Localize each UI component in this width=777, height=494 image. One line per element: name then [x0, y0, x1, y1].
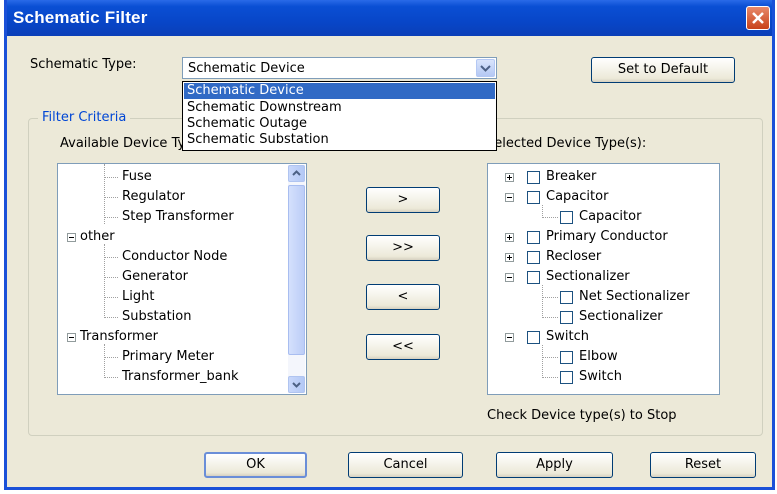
reset-button[interactable]: Reset — [650, 452, 756, 478]
ok-button[interactable]: OK — [204, 452, 307, 478]
schematic-type-select[interactable]: Schematic Device — [182, 57, 497, 79]
collapse-icon[interactable] — [505, 273, 514, 282]
schematic-type-label: Schematic Type: — [30, 57, 137, 72]
collapse-icon[interactable] — [67, 233, 76, 242]
schematic-type-value: Schematic Device — [188, 61, 305, 76]
check-device-note: Check Device type(s) to Stop — [487, 408, 677, 423]
apply-button[interactable]: Apply — [496, 452, 613, 478]
list-item[interactable]: Primary Meter — [122, 349, 214, 364]
available-device-types-list[interactable]: Fuse Regulator Step Transformer other Co… — [57, 163, 307, 395]
scroll-up-button[interactable] — [288, 165, 305, 182]
collapse-icon[interactable] — [505, 333, 514, 342]
breaker-checkbox[interactable] — [527, 171, 540, 184]
list-item[interactable]: Fuse — [122, 169, 152, 184]
list-item[interactable]: Regulator — [122, 189, 185, 204]
list-item[interactable]: Recloser — [546, 249, 601, 264]
sectionalizer-child-checkbox[interactable] — [560, 311, 573, 324]
selected-device-types-list[interactable]: Breaker Capacitor Capacitor Primary Cond… — [487, 163, 720, 395]
chevron-down-icon — [292, 382, 301, 388]
chevron-up-icon — [292, 170, 301, 176]
list-item[interactable]: Capacitor — [579, 209, 641, 224]
expand-icon[interactable] — [505, 173, 514, 182]
expand-icon[interactable] — [505, 253, 514, 262]
close-icon — [752, 12, 764, 24]
selected-device-types-label: Selected Device Type(s): — [486, 136, 647, 151]
list-item[interactable]: Sectionalizer — [546, 269, 630, 284]
cancel-button[interactable]: Cancel — [348, 452, 463, 478]
dropdown-option[interactable]: Schematic Substation — [184, 132, 495, 148]
remove-all-button[interactable]: << — [366, 334, 440, 360]
collapse-icon[interactable] — [67, 333, 76, 342]
schematic-type-dropdown-list[interactable]: Schematic Device Schematic Downstream Sc… — [182, 81, 497, 151]
collapse-icon[interactable] — [505, 193, 514, 202]
window-title: Schematic Filter — [13, 8, 148, 27]
switch-checkbox[interactable] — [527, 331, 540, 344]
title-bar[interactable]: Schematic Filter — [7, 0, 772, 36]
list-item[interactable]: Breaker — [546, 169, 596, 184]
list-item[interactable]: Generator — [122, 269, 188, 284]
scroll-down-button[interactable] — [288, 376, 305, 393]
net-sectionalizer-checkbox[interactable] — [560, 291, 573, 304]
list-item[interactable]: Elbow — [579, 349, 618, 364]
list-item[interactable]: Primary Conductor — [546, 229, 668, 244]
recloser-checkbox[interactable] — [527, 251, 540, 264]
add-button[interactable]: > — [366, 187, 440, 213]
dropdown-arrow-button[interactable] — [476, 59, 495, 77]
scroll-thumb[interactable] — [288, 185, 305, 355]
capacitor-checkbox[interactable] — [527, 191, 540, 204]
add-all-button[interactable]: >> — [366, 235, 440, 261]
sectionalizer-checkbox[interactable] — [527, 271, 540, 284]
set-to-default-button[interactable]: Set to Default — [591, 57, 735, 83]
list-item[interactable]: Capacitor — [546, 189, 608, 204]
elbow-checkbox[interactable] — [560, 351, 573, 364]
remove-button[interactable]: < — [366, 284, 440, 310]
primary-conductor-checkbox[interactable] — [527, 231, 540, 244]
list-item[interactable]: Switch — [579, 369, 622, 384]
list-item[interactable]: Light — [122, 289, 154, 304]
chevron-down-icon — [480, 65, 491, 72]
filter-criteria-legend: Filter Criteria — [38, 110, 131, 125]
capacitor-child-checkbox[interactable] — [560, 211, 573, 224]
list-item[interactable]: Conductor Node — [122, 249, 227, 264]
list-item[interactable]: Transformer — [80, 329, 158, 344]
close-button[interactable] — [746, 6, 770, 30]
list-item[interactable]: Switch — [546, 329, 589, 344]
expand-icon[interactable] — [505, 233, 514, 242]
list-item[interactable]: Net Sectionalizer — [579, 289, 690, 304]
list-item[interactable]: Substation — [122, 309, 191, 324]
list-item[interactable]: Sectionalizer — [579, 309, 663, 324]
dropdown-option[interactable]: Schematic Downstream — [184, 100, 495, 116]
list-item[interactable]: Transformer_bank — [122, 369, 239, 384]
vertical-scrollbar[interactable] — [288, 165, 305, 393]
dropdown-option[interactable]: Schematic Device — [184, 83, 495, 99]
dropdown-option[interactable]: Schematic Outage — [184, 116, 495, 132]
switch-child-checkbox[interactable] — [560, 371, 573, 384]
list-item[interactable]: other — [80, 229, 115, 244]
list-item[interactable]: Step Transformer — [122, 209, 234, 224]
